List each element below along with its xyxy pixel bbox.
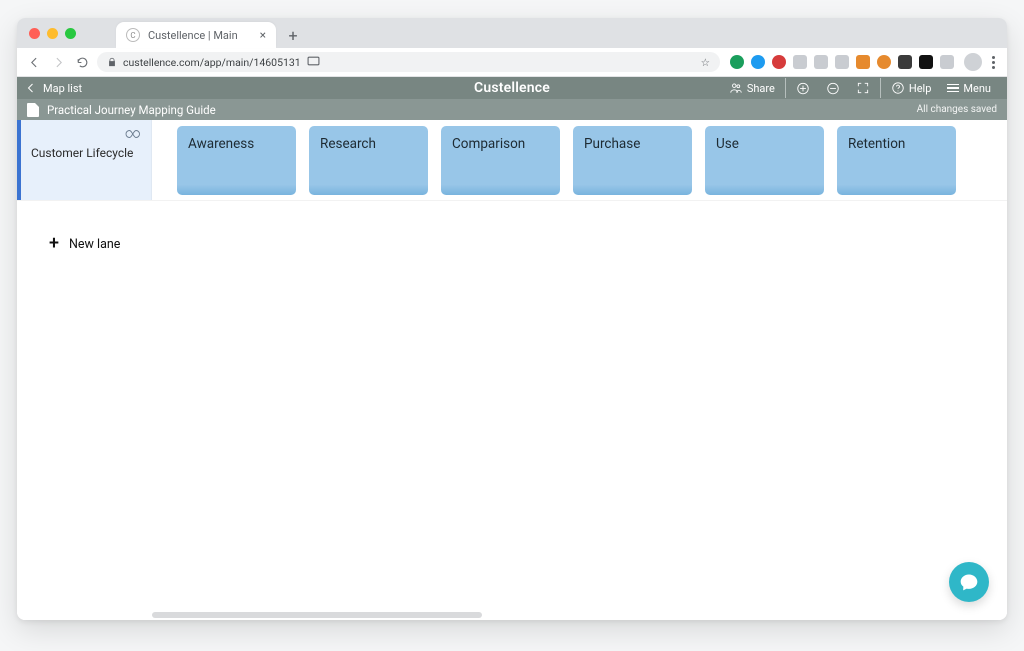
cast-icon[interactable] [307, 56, 320, 69]
minus-circle-icon [826, 81, 840, 95]
browser-reload-icon[interactable] [73, 53, 91, 71]
chat-fab[interactable] [949, 562, 989, 602]
browser-tab[interactable]: C Custellence | Main × [116, 22, 276, 48]
stage-card[interactable]: Use [705, 126, 824, 195]
new-lane-label: New lane [69, 237, 120, 252]
people-icon [729, 81, 743, 95]
lane-title: Customer Lifecycle [31, 146, 133, 160]
stage-card[interactable]: Retention [837, 126, 956, 195]
toolbar-divider [785, 78, 786, 98]
hamburger-icon [947, 84, 959, 93]
stage-label: Purchase [584, 136, 640, 152]
traffic-lights [25, 18, 116, 48]
tab-favicon: C [126, 28, 140, 42]
stage-card[interactable]: Purchase [573, 126, 692, 195]
stage-label: Retention [848, 136, 905, 152]
extension-icon[interactable] [898, 55, 912, 69]
document-title[interactable]: Practical Journey Mapping Guide [47, 103, 216, 117]
stage-label: Comparison [452, 136, 525, 152]
stage-cards-track[interactable]: Awareness Research Comparison Purchase U… [152, 120, 1007, 200]
extension-icon[interactable] [793, 55, 807, 69]
browser-forward-icon[interactable] [49, 53, 67, 71]
fullscreen-icon [856, 81, 870, 95]
browser-address-bar: custellence.com/app/main/14605131 ☆ [17, 48, 1007, 77]
horizontal-scrollbar[interactable] [152, 612, 482, 618]
help-label: Help [909, 82, 932, 95]
extension-icon[interactable] [730, 55, 744, 69]
infinity-icon [121, 128, 141, 144]
document-icon [27, 103, 39, 117]
journey-canvas[interactable]: Customer Lifecycle Awareness Research Co… [17, 120, 1007, 620]
tab-close-icon[interactable]: × [260, 29, 266, 41]
back-to-map-list[interactable]: Map list [25, 82, 82, 95]
brand-logo: Custellence [474, 80, 550, 96]
extension-icon[interactable] [877, 55, 891, 69]
browser-window: C Custellence | Main × + custellence.com… [17, 18, 1007, 620]
stage-label: Use [716, 136, 739, 152]
window-minimize-button[interactable] [47, 28, 58, 39]
chat-icon [959, 572, 979, 592]
new-tab-button[interactable]: + [282, 24, 304, 46]
browser-extensions [726, 55, 958, 69]
lock-icon [107, 57, 117, 67]
browser-tab-strip: C Custellence | Main × + [17, 18, 1007, 48]
extension-icon[interactable] [940, 55, 954, 69]
window-close-button[interactable] [29, 28, 40, 39]
share-label: Share [747, 82, 775, 95]
url-text: custellence.com/app/main/14605131 [123, 56, 301, 69]
extension-icon[interactable] [772, 55, 786, 69]
new-lane-button[interactable]: + New lane [17, 201, 120, 253]
stage-label: Awareness [188, 136, 254, 152]
stage-card[interactable]: Comparison [441, 126, 560, 195]
help-circle-icon [891, 81, 905, 95]
extension-icon[interactable] [856, 55, 870, 69]
extension-icon[interactable] [919, 55, 933, 69]
plus-icon: + [49, 235, 59, 253]
toolbar-divider [880, 78, 881, 98]
extension-icon[interactable] [814, 55, 828, 69]
tab-title: Custellence | Main [148, 29, 238, 42]
bookmark-star-icon[interactable]: ☆ [701, 56, 710, 69]
menu-label: Menu [963, 82, 991, 95]
stage-card[interactable]: Research [309, 126, 428, 195]
address-omnibox[interactable]: custellence.com/app/main/14605131 ☆ [97, 52, 720, 72]
profile-avatar[interactable] [964, 53, 982, 71]
lane-header[interactable]: Customer Lifecycle [17, 120, 152, 200]
window-zoom-button[interactable] [65, 28, 76, 39]
lane-row: Customer Lifecycle Awareness Research Co… [17, 120, 1007, 200]
document-bar: Practical Journey Mapping Guide All chan… [17, 99, 1007, 120]
zoom-in-button[interactable] [788, 77, 818, 99]
extension-icon[interactable] [751, 55, 765, 69]
save-status: All changes saved [917, 104, 997, 115]
zoom-out-button[interactable] [818, 77, 848, 99]
map-list-label: Map list [43, 82, 82, 95]
browser-back-icon[interactable] [25, 53, 43, 71]
stage-card[interactable]: Awareness [177, 126, 296, 195]
share-button[interactable]: Share [721, 77, 783, 99]
help-button[interactable]: Help [883, 77, 940, 99]
fullscreen-button[interactable] [848, 77, 878, 99]
extension-icon[interactable] [835, 55, 849, 69]
stage-label: Research [320, 136, 376, 152]
plus-circle-icon [796, 81, 810, 95]
menu-button[interactable]: Menu [939, 77, 999, 99]
browser-menu-icon[interactable] [988, 56, 999, 69]
lane-divider [17, 200, 1007, 201]
app-toolbar: Map list Custellence Share [17, 77, 1007, 99]
